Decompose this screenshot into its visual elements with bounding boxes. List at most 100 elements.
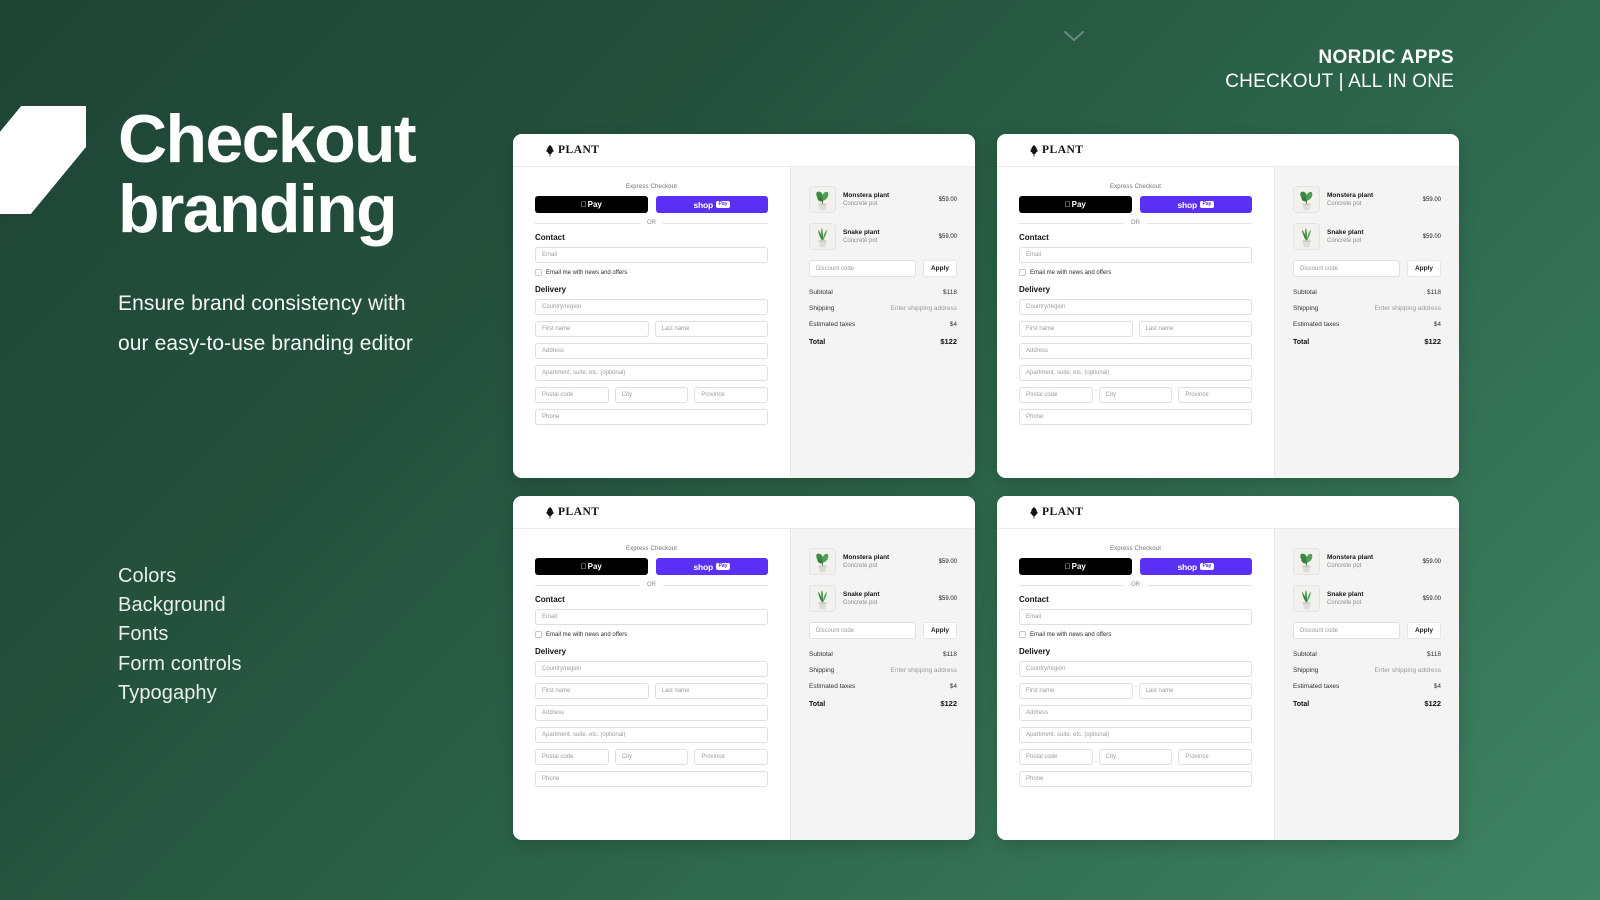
shop-pay-button[interactable]: shop Pay <box>1139 196 1252 213</box>
newsletter-checkbox[interactable] <box>1019 269 1026 276</box>
product-thumbnail-monstera <box>809 186 836 213</box>
list-item: Snake plant Concrete pot $59.00 <box>1293 585 1441 612</box>
phone-field[interactable]: Phone <box>535 409 768 425</box>
feature-list: Colors Background Fonts Form controls Ty… <box>118 562 242 708</box>
apple-pay-button[interactable]:  Pay <box>535 558 648 575</box>
store-logo[interactable]: PLANT <box>544 144 599 157</box>
first-name-field[interactable]: First name <box>535 321 649 337</box>
shop-pay-badge: Pay <box>1200 201 1214 208</box>
card-bottom-right[interactable]: PLANT Express Checkout  Pay shop Pay <box>997 496 1459 840</box>
apartment-field[interactable]: Apartment, suite, etc. (optional) <box>535 365 768 381</box>
phone-field[interactable]: Phone <box>1019 409 1252 425</box>
email-field[interactable]: Email <box>535 609 768 625</box>
shop-pay-button[interactable]: shop Pay <box>1139 558 1252 575</box>
apartment-field[interactable]: Apartment, suite, etc. (optional) <box>1019 727 1252 743</box>
card-bottom-left[interactable]: PLANT Express Checkout  Pay shop Pay <box>513 496 975 840</box>
province-field[interactable]: Province <box>694 387 769 403</box>
city-field[interactable]: City <box>614 387 689 403</box>
newsletter-checkbox[interactable] <box>535 269 542 276</box>
first-name-field[interactable]: First name <box>1019 321 1133 337</box>
postal-code-field[interactable]: Postal code <box>1019 387 1093 403</box>
first-name-field[interactable]: First name <box>535 683 649 699</box>
apple-pay-button[interactable]:  Pay <box>1019 558 1132 575</box>
checkout-form-pane: Express Checkout  Pay shop Pay OR <box>513 529 790 840</box>
newsletter-checkbox-row[interactable]: Email me with news and offers <box>535 631 768 638</box>
discount-code-input[interactable]: Discount code <box>809 622 916 639</box>
product-info: Monstera plant Concrete pot <box>1327 191 1416 208</box>
last-name-field[interactable]: Last name <box>654 321 768 337</box>
name-field-row: First name Last name <box>535 321 768 343</box>
shop-pay-button[interactable]: shop Pay <box>655 558 768 575</box>
apple-logo-icon:  <box>1065 562 1071 571</box>
apartment-field[interactable]: Apartment, suite, etc. (optional) <box>1019 365 1252 381</box>
city-field[interactable]: City <box>1098 387 1173 403</box>
country-field[interactable]: Country/region <box>535 299 768 315</box>
product-name: Snake plant <box>843 228 880 236</box>
postal-code-field[interactable]: Postal code <box>1019 749 1093 765</box>
email-field[interactable]: Email <box>1019 609 1252 625</box>
delivery-section-title: Delivery <box>1019 285 1051 294</box>
first-name-field[interactable]: First name <box>1019 683 1133 699</box>
last-name-field[interactable]: Last name <box>654 683 768 699</box>
chevron-down-icon[interactable] <box>1063 28 1085 44</box>
phone-field[interactable]: Phone <box>1019 771 1252 787</box>
province-field[interactable]: Province <box>1178 749 1253 765</box>
card-body: Express Checkout  Pay shop Pay OR <box>513 529 975 840</box>
card-header: PLANT <box>997 496 1459 529</box>
address-field[interactable]: Address <box>535 705 768 721</box>
email-field[interactable]: Email <box>535 247 768 263</box>
plant-leaf-icon <box>1030 506 1038 518</box>
country-field[interactable]: Country/region <box>535 661 768 677</box>
province-field[interactable]: Province <box>1178 387 1253 403</box>
newsletter-checkbox[interactable] <box>535 631 542 638</box>
product-name: Snake plant <box>1327 228 1364 236</box>
phone-field[interactable]: Phone <box>535 771 768 787</box>
apple-logo-icon:  <box>581 200 587 209</box>
last-name-field[interactable]: Last name <box>1138 683 1252 699</box>
card-top-right[interactable]: PLANT Express Checkout  Pay shop Pay <box>997 134 1459 478</box>
store-logo-text: PLANT <box>1042 506 1084 518</box>
newsletter-checkbox-row[interactable]: Email me with news and offers <box>1019 269 1252 276</box>
or-divider: OR <box>1019 582 1252 588</box>
email-field[interactable]: Email <box>1019 247 1252 263</box>
city-field[interactable]: City <box>614 749 689 765</box>
postal-code-field[interactable]: Postal code <box>535 387 609 403</box>
taxes-label: Estimated taxes <box>1293 683 1340 690</box>
apple-logo-icon:  <box>1065 200 1071 209</box>
apply-discount-button[interactable]: Apply <box>1407 622 1441 639</box>
newsletter-checkbox[interactable] <box>1019 631 1026 638</box>
apply-discount-button[interactable]: Apply <box>923 622 957 639</box>
or-divider: OR <box>1019 220 1252 226</box>
newsletter-checkbox-row[interactable]: Email me with news and offers <box>535 269 768 276</box>
apple-pay-button[interactable]:  Pay <box>535 196 648 213</box>
store-logo[interactable]: PLANT <box>1028 506 1083 519</box>
apply-discount-button[interactable]: Apply <box>1407 260 1441 277</box>
store-logo[interactable]: PLANT <box>1028 144 1083 157</box>
brand-name: NORDIC APPS <box>1318 47 1454 68</box>
product-info: Monstera plant Concrete pot <box>843 191 932 208</box>
address-field[interactable]: Address <box>535 343 768 359</box>
product-thumbnail-monstera <box>809 548 836 575</box>
discount-code-input[interactable]: Discount code <box>809 260 916 277</box>
shop-pay-button[interactable]: shop Pay <box>655 196 768 213</box>
product-thumbnail-snake <box>809 585 836 612</box>
province-field[interactable]: Province <box>694 749 769 765</box>
postal-code-field[interactable]: Postal code <box>535 749 609 765</box>
card-top-left[interactable]: PLANT Express Checkout  Pay shop Pay <box>513 134 975 478</box>
discount-code-input[interactable]: Discount code <box>1293 622 1400 639</box>
apply-discount-button[interactable]: Apply <box>923 260 957 277</box>
apartment-field[interactable]: Apartment, suite, etc. (optional) <box>535 727 768 743</box>
city-field[interactable]: City <box>1098 749 1173 765</box>
address-field[interactable]: Address <box>1019 705 1252 721</box>
list-item: Background <box>118 594 226 617</box>
product-thumbnail-snake <box>1293 223 1320 250</box>
store-logo[interactable]: PLANT <box>544 506 599 519</box>
newsletter-checkbox-row[interactable]: Email me with news and offers <box>1019 631 1252 638</box>
card-body: Express Checkout  Pay shop Pay OR <box>513 167 975 478</box>
last-name-field[interactable]: Last name <box>1138 321 1252 337</box>
discount-code-input[interactable]: Discount code <box>1293 260 1400 277</box>
address-field[interactable]: Address <box>1019 343 1252 359</box>
apple-pay-button[interactable]:  Pay <box>1019 196 1132 213</box>
country-field[interactable]: Country/region <box>1019 661 1252 677</box>
country-field[interactable]: Country/region <box>1019 299 1252 315</box>
